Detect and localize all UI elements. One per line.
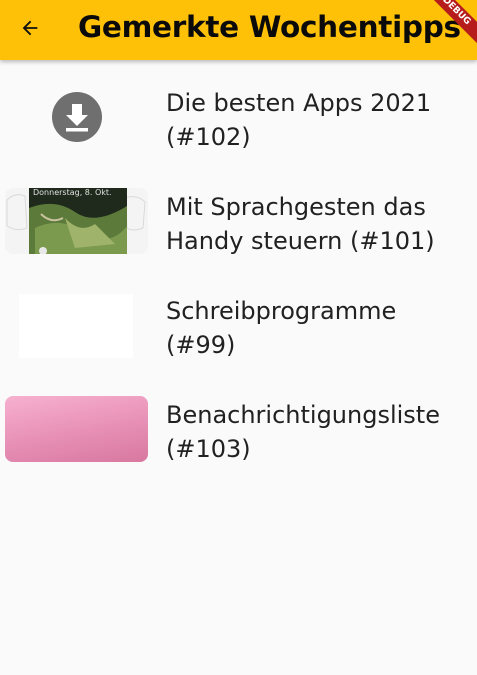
list-item[interactable]: Donnerstag, 8. Okt. Mit Sprachgesten das… (0, 174, 477, 278)
list-item[interactable]: Benachrichtigungsliste (#103) (0, 382, 477, 486)
list-item[interactable]: Die besten Apps 2021 (#102) (0, 70, 477, 174)
item-thumbnail (5, 292, 148, 358)
item-title: Die besten Apps 2021 (#102) (166, 89, 432, 151)
screenshot-date: Donnerstag, 8. Okt. (33, 188, 112, 197)
app-bar: Gemerkte Wochentipps DEBUG (0, 0, 477, 60)
phone-screenshot-image (6, 188, 146, 254)
item-title: Mit Sprachgesten das Handy steuern (#101… (166, 193, 435, 255)
item-title: Schreibprogramme (#99) (166, 297, 397, 359)
arrow-left-icon (22, 20, 38, 36)
download-icon (51, 92, 102, 142)
item-title: Benachrichtigungsliste (#103) (166, 401, 440, 463)
page-title: Gemerkte Wochentipps (78, 10, 461, 44)
item-thumbnail (5, 84, 148, 150)
back-button[interactable] (12, 10, 48, 46)
list-item[interactable]: Schreibprogramme (#99) (0, 278, 477, 382)
item-thumbnail (5, 396, 148, 462)
blank-thumbnail-image (19, 294, 133, 358)
item-thumbnail: Donnerstag, 8. Okt. (5, 188, 148, 254)
